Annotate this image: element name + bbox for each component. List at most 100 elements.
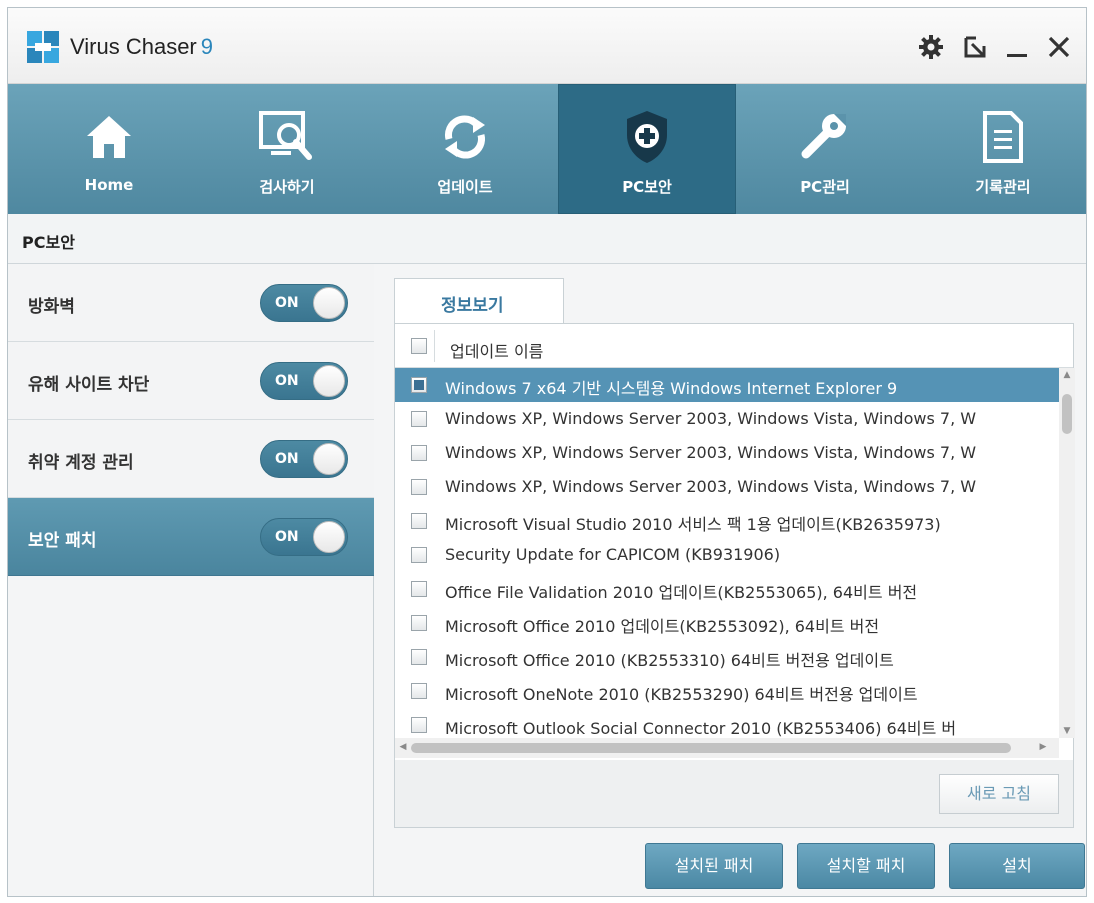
toggle-state: ON [275, 529, 299, 545]
scroll-right-arrow-icon[interactable]: ▶ [1035, 742, 1051, 752]
sidebar-item-security-patch[interactable]: 보안 패치 ON [8, 498, 374, 576]
update-list: 업데이트 이름 Windows 7 x64 기반 시스템용 Windows In… [394, 323, 1075, 761]
scroll-up-arrow-icon[interactable]: ▲ [1059, 370, 1075, 380]
toggle-state: ON [275, 295, 299, 311]
update-row[interactable]: Office File Validation 2010 업데이트(KB25530… [395, 572, 1059, 606]
scroll-left-arrow-icon[interactable]: ◀ [395, 742, 411, 752]
update-name: Microsoft OneNote 2010 (KB2553290) 64비트 … [445, 685, 918, 704]
update-row[interactable]: Windows XP, Windows Server 2003, Windows… [395, 402, 1059, 436]
nav-label: Home [84, 176, 134, 194]
row-checkbox[interactable] [411, 615, 427, 631]
horizontal-scrollbar[interactable]: ◀ ▶ [395, 738, 1059, 758]
firewall-toggle[interactable]: ON [260, 284, 348, 322]
install-button[interactable]: 설치 [949, 843, 1085, 889]
minimize-to-tray-button[interactable] [958, 30, 992, 64]
row-checkbox[interactable] [411, 649, 427, 665]
nav-pc-security[interactable]: PC보안 [558, 84, 736, 214]
update-row[interactable]: Windows XP, Windows Server 2003, Windows… [395, 470, 1059, 504]
list-header: 업데이트 이름 [395, 324, 1073, 368]
toggle-knob [313, 365, 345, 397]
update-row[interactable]: Windows XP, Windows Server 2003, Windows… [395, 436, 1059, 470]
nav-pc-manage[interactable]: PC관리 [736, 84, 914, 214]
security-sidebar: 방화벽 ON 유해 사이트 차단 ON 취약 계정 관리 ON 보안 패치 ON [8, 264, 374, 896]
toggle-state: ON [275, 373, 299, 389]
tab-info-view[interactable]: 정보보기 [394, 278, 564, 324]
title-bar: Virus Chaser 9 [8, 8, 1086, 84]
row-checkbox[interactable] [411, 479, 427, 495]
minimize-button[interactable] [1000, 30, 1034, 64]
update-name: Windows 7 x64 기반 시스템용 Windows Internet E… [445, 379, 898, 398]
main-nav: Home 검사하기 업데이트 PC보안 PC관리 기록관리 [8, 84, 1086, 214]
minimize-icon [1007, 54, 1027, 57]
list-footer: 새로 고침 [394, 760, 1074, 828]
tab-label: 정보보기 [441, 296, 504, 316]
section-title: PC보안 [22, 233, 75, 252]
gear-icon [919, 35, 943, 59]
update-row[interactable]: Microsoft Office 2010 업데이트(KB2553092), 6… [395, 606, 1059, 640]
toggle-state: ON [275, 451, 299, 467]
update-name: Microsoft Office 2010 업데이트(KB2553092), 6… [445, 617, 880, 636]
scroll-thumb[interactable] [411, 743, 1011, 753]
update-name: Microsoft Office 2010 (KB2553310) 64비트 버… [445, 651, 894, 670]
update-name: Windows XP, Windows Server 2003, Windows… [445, 409, 977, 428]
row-checkbox[interactable] [411, 581, 427, 597]
site-block-toggle[interactable]: ON [260, 362, 348, 400]
app-window: Virus Chaser 9 Home 검사하기 업데이트 PC보안 PC관리 … [7, 7, 1087, 897]
app-title: Virus Chaser 9 [70, 34, 213, 60]
update-row[interactable]: Microsoft Office 2010 (KB2553310) 64비트 버… [395, 640, 1059, 674]
header-divider [434, 330, 435, 362]
scroll-down-arrow-icon[interactable]: ▼ [1059, 726, 1075, 736]
settings-button[interactable] [914, 30, 948, 64]
close-icon [1048, 36, 1070, 58]
nav-home[interactable]: Home [20, 84, 198, 214]
sidebar-item-label: 유해 사이트 차단 [28, 375, 150, 395]
patches-to-install-button[interactable]: 설치할 패치 [797, 843, 935, 889]
row-checkbox[interactable] [411, 513, 427, 529]
refresh-button[interactable]: 새로 고침 [939, 774, 1059, 814]
installed-patches-button[interactable]: 설치된 패치 [645, 843, 783, 889]
sidebar-item-label: 보안 패치 [28, 531, 97, 551]
update-row[interactable]: Microsoft OneNote 2010 (KB2553290) 64비트 … [395, 674, 1059, 708]
column-header-update-name: 업데이트 이름 [450, 342, 544, 361]
row-checkbox[interactable] [411, 377, 427, 393]
nav-label: 업데이트 [437, 178, 493, 196]
wrench-icon [795, 108, 855, 166]
update-row[interactable]: Windows 7 x64 기반 시스템용 Windows Internet E… [395, 368, 1059, 402]
sidebar-item-weak-account[interactable]: 취약 계정 관리 ON [8, 420, 374, 498]
update-row[interactable]: Microsoft Outlook Social Connector 2010 … [395, 708, 1059, 738]
sidebar-item-label: 취약 계정 관리 [28, 453, 134, 473]
shield-icon [617, 108, 677, 166]
nav-scan[interactable]: 검사하기 [198, 84, 376, 214]
row-checkbox[interactable] [411, 717, 427, 733]
nav-label: 검사하기 [259, 178, 315, 196]
toggle-knob [313, 521, 345, 553]
close-button[interactable] [1042, 30, 1076, 64]
update-name: Windows XP, Windows Server 2003, Windows… [445, 443, 977, 462]
vertical-scrollbar[interactable]: ▲ ▼ [1059, 368, 1075, 738]
update-row[interactable]: Microsoft Visual Studio 2010 서비스 팩 1용 업데… [395, 504, 1059, 538]
scroll-thumb[interactable] [1062, 394, 1072, 434]
sidebar-item-site-block[interactable]: 유해 사이트 차단 ON [8, 342, 374, 420]
sidebar-item-label: 방화벽 [28, 297, 75, 317]
row-checkbox[interactable] [411, 411, 427, 427]
row-checkbox[interactable] [411, 445, 427, 461]
nav-history[interactable]: 기록관리 [914, 84, 1086, 214]
row-checkbox[interactable] [411, 683, 427, 699]
toggle-knob [313, 287, 345, 319]
update-name: Microsoft Visual Studio 2010 서비스 팩 1용 업데… [445, 515, 941, 534]
select-all-checkbox[interactable] [411, 338, 427, 354]
nav-update[interactable]: 업데이트 [376, 84, 554, 214]
row-checkbox[interactable] [411, 547, 427, 563]
nav-label: PC관리 [800, 178, 850, 196]
security-patch-toggle[interactable]: ON [260, 518, 348, 556]
update-rows: Windows 7 x64 기반 시스템용 Windows Internet E… [395, 368, 1059, 738]
section-header: PC보안 [8, 214, 1086, 264]
update-name: Windows XP, Windows Server 2003, Windows… [445, 477, 977, 496]
minimize-to-tray-icon [964, 36, 986, 58]
weak-account-toggle[interactable]: ON [260, 440, 348, 478]
update-row[interactable]: Security Update for CAPICOM (KB931906) [395, 538, 1059, 572]
app-version: 9 [200, 34, 214, 59]
sidebar-item-firewall[interactable]: 방화벽 ON [8, 264, 374, 342]
app-name-text: Virus Chaser [70, 34, 197, 59]
app-logo-icon [27, 31, 59, 63]
